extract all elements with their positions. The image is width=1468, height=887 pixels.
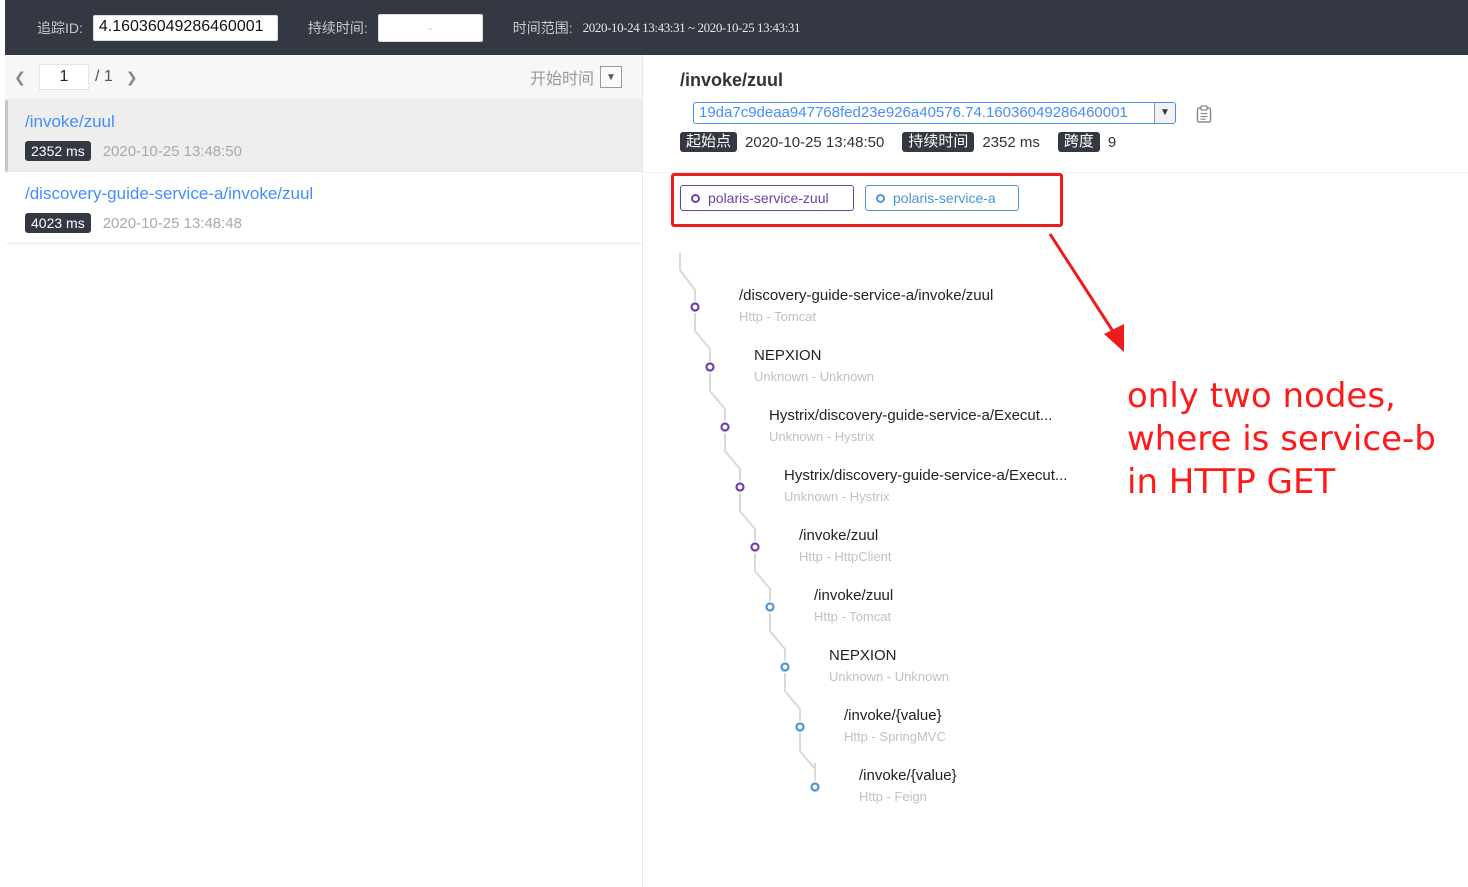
annotation-line: only two nodes, <box>1127 376 1396 416</box>
annotation-line: where is service-b <box>1127 419 1436 459</box>
duration-input[interactable]: - <box>377 13 483 42</box>
span-type: Unknown - Unknown <box>754 369 874 384</box>
span-node[interactable]: /invoke/zuul Http - HttpClient <box>799 527 891 565</box>
pagination: ❮ 1 / 1 ❯ 开始时间 ▼ <box>5 55 642 100</box>
span-node[interactable]: /invoke/{value} Http - SpringMVC <box>844 707 946 745</box>
trace-duration-badge: 4023 ms <box>25 213 91 233</box>
duration-label: 持续时间: <box>307 19 368 36</box>
span-node[interactable]: /discovery-guide-service-a/invoke/zuul Ht… <box>739 287 993 325</box>
span-node[interactable]: NEPXION Unknown - Unknown <box>754 347 874 385</box>
span-node-dot[interactable] <box>750 542 760 552</box>
span-name: /invoke/{value} <box>844 707 942 724</box>
trace-duration-badge: 2352 ms <box>25 141 91 161</box>
next-page-icon[interactable]: ❯ <box>119 69 145 86</box>
span-node[interactable]: Hystrix/discovery-guide-service-a/Execut… <box>784 467 1067 505</box>
span-type: Unknown - Hystrix <box>784 489 890 504</box>
span-type: Http - Tomcat <box>814 609 892 624</box>
trace-start-time: 2020-10-25 13:48:48 <box>102 214 242 232</box>
search-toolbar: 追踪ID: 4.16036049286460001 持续时间: - 时间范围: … <box>5 0 1468 55</box>
span-connector-line <box>679 253 816 781</box>
span-node-dot[interactable] <box>780 662 790 672</box>
span-name: Hystrix/discovery-guide-service-a/Execut… <box>784 467 1068 484</box>
trace-list-item[interactable]: /discovery-guide-service-a/invoke/zuul 4… <box>5 172 642 244</box>
chevron-down-icon: ▼ <box>606 71 616 83</box>
span-node-dot[interactable] <box>810 782 820 792</box>
page-total: / 1 <box>95 68 113 85</box>
span-name: NEPXION <box>829 647 897 664</box>
trace-start-time: 2020-10-25 13:48:50 <box>102 142 242 160</box>
span-node[interactable]: NEPXION Unknown - Unknown <box>829 647 949 685</box>
page-number-input[interactable]: 1 <box>39 64 89 90</box>
trace-list-panel: ❮ 1 / 1 ❯ 开始时间 ▼ /invoke/zuul 2352 ms 20… <box>5 55 643 887</box>
span-type: Http - Tomcat <box>739 309 817 324</box>
span-name: /discovery-guide-service-a/invoke/zuul <box>739 287 994 304</box>
span-node[interactable]: /invoke/zuul Http - Tomcat <box>814 587 893 625</box>
span-name: /invoke/zuul <box>799 527 879 544</box>
sort-label: 开始时间 <box>529 71 594 88</box>
span-name: NEPXION <box>754 347 822 364</box>
span-node-dot[interactable] <box>735 482 745 492</box>
span-node-dot[interactable] <box>765 602 775 612</box>
trace-list-item[interactable]: /invoke/zuul 2352 ms 2020-10-25 13:48:50 <box>5 100 642 172</box>
annotation-text: only two nodes, where is service-b in HT… <box>1127 375 1436 504</box>
span-name: /invoke/zuul <box>814 587 894 604</box>
span-type: Http - Feign <box>859 789 927 804</box>
span-node[interactable]: Hystrix/discovery-guide-service-a/Execut… <box>769 407 1052 445</box>
span-node-dot[interactable] <box>705 362 715 372</box>
span-node-dot[interactable] <box>690 302 700 312</box>
span-node[interactable]: /invoke/{value} Http - Feign <box>859 767 957 805</box>
span-type: Http - HttpClient <box>799 549 892 564</box>
time-range-value[interactable]: 2020-10-24 13:43:31 ~ 2020-10-25 13:43:3… <box>583 20 801 36</box>
span-node-dot[interactable] <box>720 422 730 432</box>
span-name: Hystrix/discovery-guide-service-a/Execut… <box>769 407 1053 424</box>
span-name: /invoke/{value} <box>859 767 957 784</box>
trace-endpoint-link[interactable]: /discovery-guide-service-a/invoke/zuul <box>25 182 624 206</box>
span-type: Unknown - Unknown <box>829 669 949 684</box>
trace-endpoint-link[interactable]: /invoke/zuul <box>25 110 624 134</box>
annotation-arrow <box>1048 233 1124 352</box>
span-type: Http - SpringMVC <box>844 729 946 744</box>
trace-id-label: 追踪ID: <box>37 19 83 36</box>
sort-dropdown[interactable]: ▼ <box>600 66 622 88</box>
trace-id-input[interactable]: 4.16036049286460001 <box>92 14 278 41</box>
prev-page-icon[interactable]: ❮ <box>7 69 33 86</box>
span-node-dot[interactable] <box>795 722 805 732</box>
time-range-label: 时间范围: <box>512 19 573 36</box>
span-type: Unknown - Hystrix <box>769 429 875 444</box>
annotation-line: in HTTP GET <box>1127 462 1336 502</box>
